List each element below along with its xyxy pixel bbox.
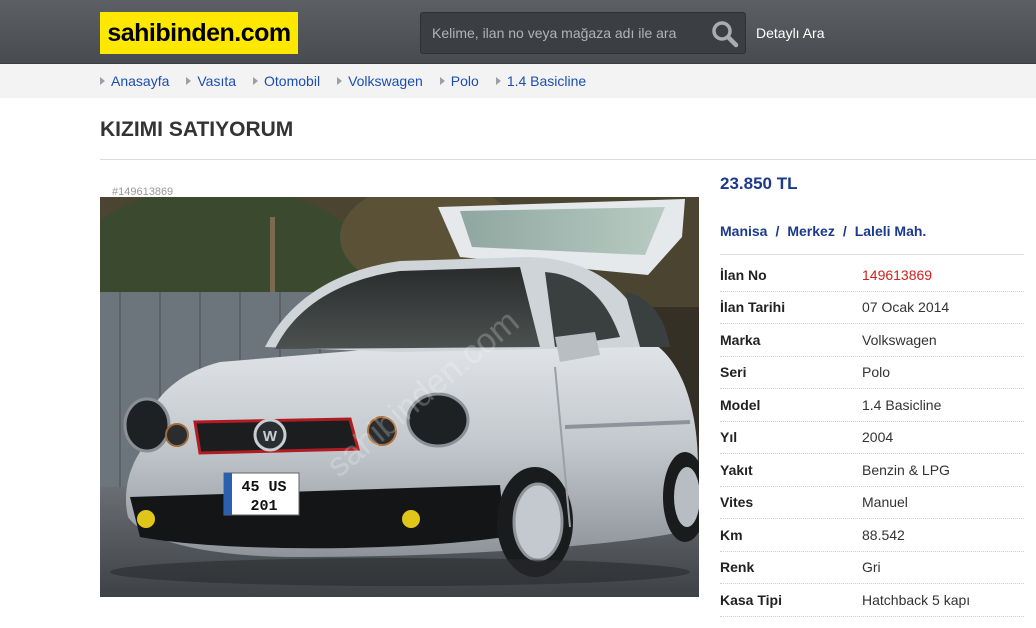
chevron-right-icon bbox=[337, 77, 343, 85]
location-separator: / bbox=[842, 223, 847, 239]
spec-row: İlan Tarihi 07 Ocak 2014 bbox=[720, 292, 1024, 324]
spec-value: Volkswagen bbox=[862, 331, 937, 348]
spec-label: Km bbox=[720, 526, 743, 543]
listing-location: Manisa / Merkez / Laleli Mah. bbox=[720, 223, 926, 239]
spec-value: 07 Ocak 2014 bbox=[862, 299, 950, 316]
spec-label: Yakıt bbox=[720, 461, 753, 478]
spec-row: Model 1.4 Basicline bbox=[720, 389, 1024, 422]
site-logo[interactable]: sahibinden.com bbox=[100, 12, 298, 54]
breadcrumb-label: Polo bbox=[450, 73, 479, 89]
spec-value: 1.4 Basicline bbox=[862, 396, 942, 413]
spec-value: Polo bbox=[862, 364, 891, 381]
breadcrumb: Anasayfa Vasıta Otomobil Volkswagen Polo… bbox=[100, 73, 603, 89]
breadcrumb-item-otomobil[interactable]: Otomobil bbox=[253, 73, 320, 89]
spec-value: 149613869 bbox=[862, 266, 933, 283]
location-city-link[interactable]: Manisa bbox=[720, 223, 767, 239]
listing-price: 23.850 TL bbox=[720, 174, 798, 193]
breadcrumb-bar: Anasayfa Vasıta Otomobil Volkswagen Polo… bbox=[0, 64, 1036, 98]
plate-line-1: 45 US bbox=[241, 479, 286, 496]
spec-row: Yıl 2004 bbox=[720, 422, 1024, 454]
top-header: sahibinden.com Detaylı Ara bbox=[0, 0, 1036, 64]
breadcrumb-label: Otomobil bbox=[264, 73, 321, 89]
spec-row: Vites Manuel bbox=[720, 487, 1024, 519]
breadcrumb-item-volkswagen[interactable]: Volkswagen bbox=[337, 73, 423, 89]
breadcrumb-item-model[interactable]: 1.4 Basicline bbox=[495, 73, 587, 89]
logo-text: sahibinden.com bbox=[107, 18, 291, 47]
chevron-right-icon bbox=[495, 77, 501, 85]
spec-label: Model bbox=[720, 396, 761, 413]
spec-row: Kasa Tipi Hatchback 5 kapı bbox=[720, 584, 1024, 617]
svg-text:W: W bbox=[263, 428, 278, 445]
spec-label: Seri bbox=[720, 364, 747, 381]
spec-value: 88.542 bbox=[862, 526, 905, 543]
search-input[interactable] bbox=[421, 13, 706, 53]
chevron-right-icon bbox=[253, 77, 259, 85]
search-icon bbox=[712, 21, 739, 48]
location-separator: / bbox=[775, 223, 780, 239]
spec-value: 2004 bbox=[862, 429, 894, 446]
spec-list: İlan No 149613869 İlan Tarihi 07 Ocak 2014… bbox=[720, 259, 1024, 617]
spec-label: Kasa Tipi bbox=[720, 591, 782, 608]
listing-photo[interactable]: W 45 US 201 sahibinden.com bbox=[100, 197, 699, 597]
breadcrumb-label: Volkswagen bbox=[348, 73, 423, 89]
spec-label: İlan Tarihi bbox=[720, 299, 786, 316]
spec-label: Vites bbox=[720, 494, 754, 511]
spec-label: Renk bbox=[720, 559, 755, 576]
spec-value: Benzin & LPG bbox=[862, 461, 950, 478]
chevron-right-icon bbox=[100, 77, 105, 85]
search-box bbox=[420, 12, 746, 54]
spec-label: İlan No bbox=[720, 266, 767, 283]
detailed-search-link[interactable]: Detaylı Ara bbox=[756, 25, 824, 41]
breadcrumb-item-vasita[interactable]: Vasıta bbox=[186, 73, 236, 89]
car-photo-image: W 45 US 201 sahibinden.com bbox=[100, 197, 699, 597]
spec-value: Manuel bbox=[862, 494, 908, 511]
search-button[interactable] bbox=[709, 18, 741, 48]
breadcrumb-label: Vasıta bbox=[197, 73, 237, 89]
chevron-right-icon bbox=[439, 77, 445, 85]
spec-row: Marka Volkswagen bbox=[720, 324, 1024, 357]
spec-row: Km 88.542 bbox=[720, 519, 1024, 552]
spec-row: Renk Gri bbox=[720, 552, 1024, 584]
spec-row: Yakıt Benzin & LPG bbox=[720, 454, 1024, 487]
plate-line-2: 201 bbox=[250, 498, 277, 515]
location-neighborhood-link[interactable]: Laleli Mah. bbox=[855, 223, 927, 239]
location-district-link[interactable]: Merkez bbox=[787, 223, 834, 239]
spec-label: Yıl bbox=[720, 429, 738, 446]
location-divider bbox=[720, 254, 1024, 255]
spec-label: Marka bbox=[720, 331, 761, 348]
spec-value: Gri bbox=[862, 559, 881, 576]
breadcrumb-item-polo[interactable]: Polo bbox=[439, 73, 479, 89]
spec-row: Seri Polo bbox=[720, 357, 1024, 389]
breadcrumb-label: 1.4 Basicline bbox=[506, 73, 587, 89]
chevron-right-icon bbox=[186, 77, 192, 85]
title-divider bbox=[100, 159, 1036, 160]
listing-title: KIZIMI SATIYORUM bbox=[100, 118, 294, 141]
breadcrumb-label: Anasayfa bbox=[111, 73, 170, 89]
spec-value: Hatchback 5 kapı bbox=[862, 591, 971, 608]
spec-row: İlan No 149613869 bbox=[720, 259, 1024, 292]
breadcrumb-item-anasayfa[interactable]: Anasayfa bbox=[100, 73, 169, 89]
